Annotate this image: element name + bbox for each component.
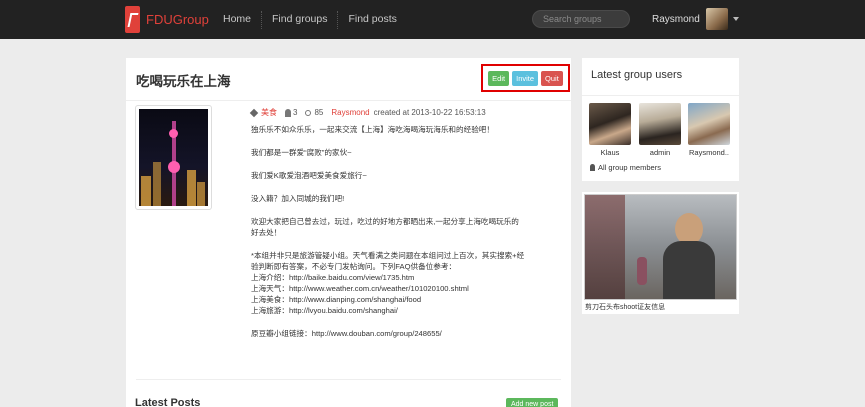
member-card[interactable]: Klaus — [588, 103, 632, 157]
avatar — [589, 103, 631, 145]
search-input[interactable] — [532, 10, 630, 28]
group-title: 吃喝玩乐在上海 — [136, 74, 231, 89]
add-post-button[interactable]: Add new post — [506, 398, 559, 407]
background-shape — [585, 195, 625, 299]
building-shape — [187, 170, 196, 206]
search-icon — [305, 109, 312, 116]
description-link[interactable]: 上海旅游：http://lvyou.baidu.com/shanghai/ — [251, 305, 556, 316]
group-description: 独乐乐不如众乐乐，一起来交流【上海】海吃海喝海玩海乐和的经验吧！ 我们都是一群爱… — [251, 124, 556, 351]
chevron-down-icon — [732, 17, 739, 21]
group-panel: 吃喝玩乐在上海 Edit Invite Quit 美食 3 85 Raysmon… — [126, 58, 571, 407]
description-line: 我们爱K歌爱泡酒吧爱美食爱旅行~ — [251, 171, 367, 180]
invite-button[interactable]: Invite — [512, 70, 539, 86]
group-actions: Edit Invite Quit — [481, 64, 570, 92]
group-image — [135, 105, 212, 210]
member-card[interactable]: admin — [638, 103, 682, 157]
description-link[interactable]: 上海美食：http://www.dianping.com/shanghai/fo… — [251, 294, 556, 305]
latest-posts-title: Latest Posts — [135, 397, 201, 407]
nav-links: Home Find groups Find posts — [213, 0, 407, 39]
top-navbar: FDUGroup Home Find groups Find posts Ray… — [0, 0, 865, 39]
member-count: 3 — [293, 108, 298, 117]
description-line: 验判断即有答案，不必专门发帖询问。下列FAQ供备位参考： — [251, 262, 457, 271]
quit-button[interactable]: Quit — [541, 70, 563, 86]
tag-icon — [249, 108, 259, 117]
member-name: Klaus — [600, 148, 620, 157]
avatar — [688, 103, 730, 145]
description-link[interactable]: 上海天气：http://www.weather.com.cn/weather/1… — [251, 283, 556, 294]
description-line: 欢迎大家把自己曾去过，玩过，吃过的好地方都晒出来,一起分享上海吃喝玩乐的 — [251, 217, 519, 226]
user-menu[interactable]: Raysmond — [652, 8, 739, 30]
member-name: admin — [649, 148, 671, 157]
brand[interactable]: FDUGroup — [125, 6, 209, 33]
description-link[interactable]: 上海介绍：http://baike.baidu.com/view/1735.ht… — [251, 272, 556, 283]
person-shape — [637, 257, 647, 285]
divider — [126, 100, 571, 101]
view-count: 85 — [314, 108, 324, 117]
all-members-link[interactable]: All group members — [590, 163, 661, 172]
building-shape — [197, 182, 205, 206]
description-line: 好去处！ — [251, 228, 282, 237]
member-card[interactable]: Raysmond.. — [687, 103, 731, 157]
user-icon — [285, 108, 291, 117]
divider — [582, 95, 739, 96]
building-shape — [153, 162, 161, 206]
group-tag[interactable]: 美食 — [261, 107, 277, 118]
group-cover-photo — [139, 109, 208, 206]
nav-find-groups[interactable]: Find groups — [262, 0, 337, 39]
nav-home[interactable]: Home — [213, 0, 261, 39]
building-shape — [141, 176, 151, 206]
nav-find-posts[interactable]: Find posts — [338, 0, 406, 39]
panel-title: Latest group users — [591, 69, 683, 81]
tower-sphere-shape — [169, 129, 178, 138]
fdugroup-logo-icon — [125, 6, 140, 33]
member-name: Raysmond.. — [688, 148, 730, 157]
avatar — [639, 103, 681, 145]
all-members-label: All group members — [598, 163, 661, 172]
featured-photo-panel: 剪刀石头布shoot证友信息 — [582, 192, 739, 314]
group-meta: 美食 3 85 Raysmond created at 2013-10-22 1… — [249, 107, 486, 118]
tower-sphere-shape — [168, 161, 180, 173]
description-line: 独乐乐不如众乐乐，一起来交流【上海】海吃海喝海玩海乐和的经验吧！ — [251, 125, 494, 134]
body-shape — [663, 241, 715, 299]
latest-users-panel: Latest group users Klaus admin Raysmond.… — [582, 58, 739, 181]
featured-photo[interactable] — [584, 194, 737, 300]
description-line: 没入籍？加入同城的我们吧! — [251, 194, 345, 203]
divider — [136, 379, 561, 380]
creator-link[interactable]: Raysmond — [331, 108, 369, 117]
description-link[interactable]: 原豆瓣小组链接：http://www.douban.com/group/2486… — [251, 328, 556, 339]
brand-name: FDUGroup — [146, 12, 209, 27]
user-name: Raysmond — [652, 13, 700, 25]
user-icon — [590, 164, 595, 171]
avatar — [705, 8, 728, 30]
edit-button[interactable]: Edit — [488, 70, 510, 86]
created-text: created at 2013-10-22 16:53:13 — [373, 108, 486, 117]
description-line: 我们都是一群爱“腐败”的家伙~ — [251, 148, 352, 157]
description-line: *本组并非只是旅游管疑小组。天气看满之类问题在本组问过上百次，其实搜索+经 — [251, 251, 525, 260]
photo-caption: 剪刀石头布shoot证友信息 — [585, 304, 666, 311]
